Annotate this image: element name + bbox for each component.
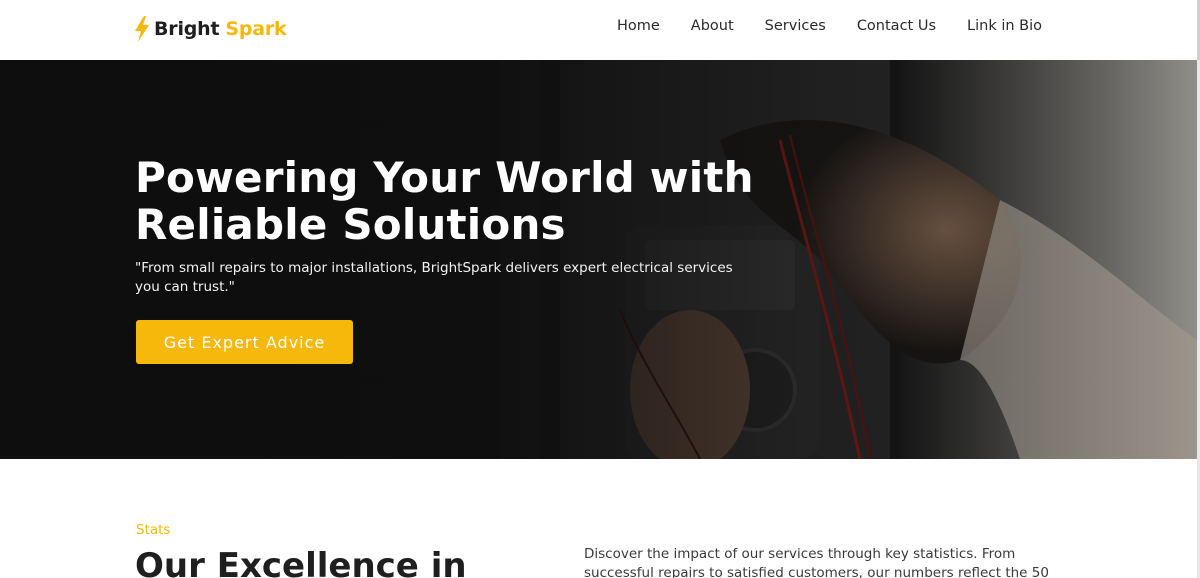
lightning-bolt-icon: [135, 16, 149, 42]
stats-heading: Our Excellence in: [135, 546, 467, 578]
nav-item-about[interactable]: About: [691, 18, 734, 34]
nav-item-home[interactable]: Home: [617, 18, 660, 34]
get-expert-advice-button[interactable]: Get Expert Advice: [136, 320, 353, 364]
stats-description: Discover the impact of our services thro…: [584, 546, 1049, 578]
logo[interactable]: Bright Spark: [134, 14, 287, 44]
logo-text-bright: Bright: [154, 18, 220, 40]
site-header: Bright Spark Home About Services Contact…: [0, 0, 1197, 60]
stats-label: Stats: [136, 522, 171, 538]
logo-text-spark: Spark: [225, 18, 287, 40]
hero-section: Powering Your World with Reliable Soluti…: [0, 60, 1197, 459]
nav-item-contact-us[interactable]: Contact Us: [857, 18, 936, 34]
main-nav: Home About Services Contact Us Link in B…: [586, 18, 1042, 34]
nav-item-link-in-bio[interactable]: Link in Bio: [967, 18, 1042, 34]
hero-subtitle: "From small repairs to major installatio…: [135, 260, 733, 295]
hero-title: Powering Your World with Reliable Soluti…: [135, 153, 754, 249]
nav-item-services[interactable]: Services: [765, 18, 826, 34]
